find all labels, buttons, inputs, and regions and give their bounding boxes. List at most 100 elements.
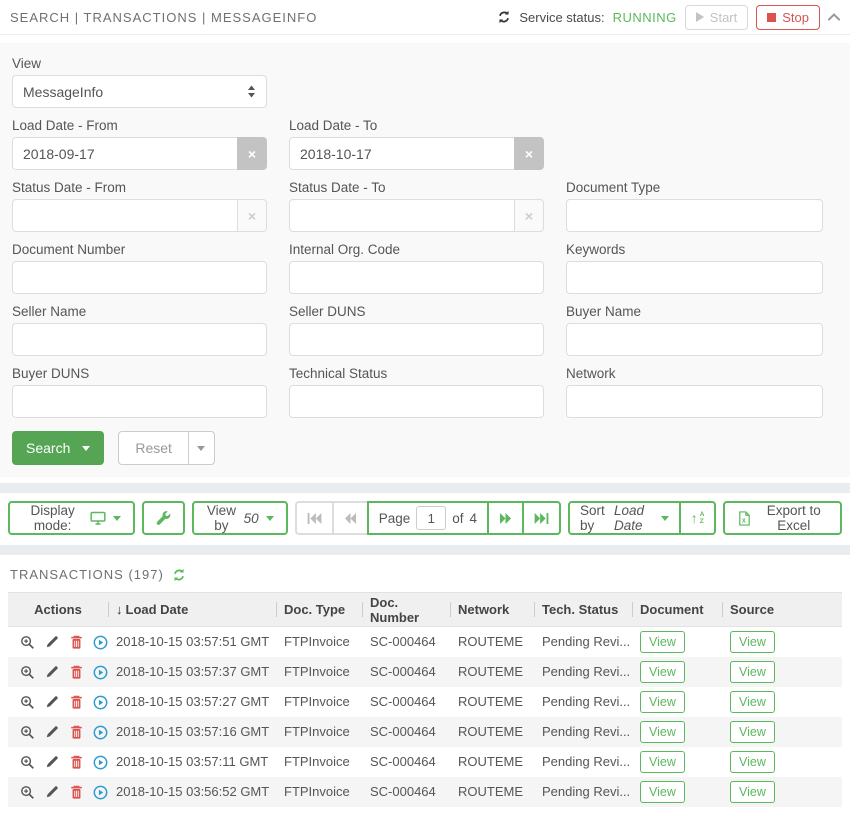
column-header-doc-type[interactable]: Doc. Type	[276, 593, 362, 627]
next-page-button[interactable]	[487, 501, 524, 535]
technical-status-field: Technical Status	[289, 365, 544, 418]
column-header-network[interactable]: Network	[450, 593, 534, 627]
sort-desc-icon: ↓	[116, 602, 123, 617]
document-view-button[interactable]: View	[640, 751, 685, 773]
load-date-to-input[interactable]	[289, 137, 514, 170]
delete-icon[interactable]	[70, 635, 83, 649]
delete-icon[interactable]	[70, 695, 83, 709]
document-type-field: Document Type	[566, 179, 823, 232]
edit-icon[interactable]	[45, 635, 59, 649]
settings-button[interactable]	[142, 501, 185, 535]
zoom-in-icon[interactable]	[20, 665, 35, 680]
source-view-button[interactable]: View	[730, 661, 775, 683]
seller-duns-field: Seller DUNS	[289, 303, 544, 356]
view-select[interactable]: MessageInfo	[12, 75, 267, 108]
keywords-input[interactable]	[566, 261, 823, 294]
cell-network: ROUTEME	[450, 747, 534, 777]
sort-by-label: Sort by	[580, 503, 608, 533]
delete-icon[interactable]	[70, 755, 83, 769]
clear-icon[interactable]: ×	[514, 137, 544, 170]
internal-org-code-field: Internal Org. Code	[289, 241, 544, 294]
zoom-in-icon[interactable]	[20, 635, 35, 650]
column-header-doc-number[interactable]: Doc. Number	[362, 593, 450, 627]
column-header-document[interactable]: Document	[632, 593, 722, 627]
delete-icon[interactable]	[70, 725, 83, 739]
network-input[interactable]	[566, 385, 823, 418]
play-icon[interactable]	[93, 755, 108, 770]
seller-name-input[interactable]	[12, 323, 267, 356]
document-view-button[interactable]: View	[640, 781, 685, 803]
source-view-button[interactable]: View	[730, 781, 775, 803]
document-number-input[interactable]	[12, 261, 267, 294]
play-icon[interactable]	[93, 665, 108, 680]
view-by-button[interactable]: View by 50	[192, 501, 288, 535]
results-toolbar: Display mode: View by 50	[0, 501, 850, 535]
export-to-excel-button[interactable]: x Export to Excel	[723, 501, 842, 535]
edit-icon[interactable]	[45, 725, 59, 739]
edit-icon[interactable]	[45, 665, 59, 679]
display-mode-button[interactable]: Display mode:	[8, 501, 135, 535]
seller-duns-input[interactable]	[289, 323, 544, 356]
next-page-icon	[499, 513, 512, 524]
delete-icon[interactable]	[70, 665, 83, 679]
page-input[interactable]	[416, 506, 446, 530]
caret-down-icon	[266, 516, 274, 521]
chevron-up-icon[interactable]	[828, 13, 840, 21]
cell-network: ROUTEME	[450, 717, 534, 747]
reset-button[interactable]: Reset	[119, 432, 188, 464]
play-icon[interactable]	[93, 635, 108, 650]
view-label: View	[12, 55, 267, 72]
status-date-to-input[interactable]	[289, 199, 514, 232]
search-button[interactable]: Search	[12, 431, 104, 465]
sort-by-button[interactable]: Sort by Load Date	[568, 501, 681, 535]
refresh-icon[interactable]	[497, 10, 511, 24]
edit-icon[interactable]	[45, 695, 59, 709]
document-type-label: Document Type	[566, 179, 823, 196]
wrench-icon	[156, 511, 171, 526]
edit-icon[interactable]	[45, 785, 59, 799]
clear-icon[interactable]: ×	[237, 137, 267, 170]
cell-doc-type: FTPInvoice	[276, 747, 362, 777]
cell-doc-type: FTPInvoice	[276, 777, 362, 807]
buyer-duns-input[interactable]	[12, 385, 267, 418]
document-type-input[interactable]	[566, 199, 823, 232]
cell-network: ROUTEME	[450, 687, 534, 717]
document-view-button[interactable]: View	[640, 691, 685, 713]
svg-text:x: x	[742, 517, 746, 524]
source-view-button[interactable]: View	[730, 751, 775, 773]
cell-tech-status: Pending Revi...	[534, 777, 632, 807]
document-view-button[interactable]: View	[640, 631, 685, 653]
start-button-label: Start	[710, 10, 737, 25]
column-header-source[interactable]: Source	[722, 593, 842, 627]
play-icon[interactable]	[93, 785, 108, 800]
source-view-button[interactable]: View	[730, 721, 775, 743]
zoom-in-icon[interactable]	[20, 695, 35, 710]
last-page-button[interactable]	[522, 501, 561, 535]
top-bar: SEARCH | TRANSACTIONS | MESSAGEINFO Serv…	[0, 0, 850, 35]
internal-org-code-input[interactable]	[289, 261, 544, 294]
status-date-from-input[interactable]	[12, 199, 237, 232]
source-view-button[interactable]: View	[730, 691, 775, 713]
network-field: Network	[566, 365, 823, 418]
edit-icon[interactable]	[45, 755, 59, 769]
document-number-field: Document Number	[12, 241, 267, 294]
zoom-in-icon[interactable]	[20, 725, 35, 740]
technical-status-input[interactable]	[289, 385, 544, 418]
reset-dropdown-button[interactable]	[188, 432, 214, 464]
sort-direction-button[interactable]: ↑ AZ	[679, 501, 717, 535]
play-icon[interactable]	[93, 725, 108, 740]
buyer-name-input[interactable]	[566, 323, 823, 356]
zoom-in-icon[interactable]	[20, 785, 35, 800]
load-date-from-input[interactable]	[12, 137, 237, 170]
source-view-button[interactable]: View	[730, 631, 775, 653]
delete-icon[interactable]	[70, 785, 83, 799]
page-label: Page	[379, 511, 411, 526]
refresh-results-icon[interactable]	[172, 568, 186, 582]
document-view-button[interactable]: View	[640, 721, 685, 743]
column-header-tech-status[interactable]: Tech. Status	[534, 593, 632, 627]
column-header-load-date[interactable]: ↓Load Date	[108, 593, 276, 627]
document-view-button[interactable]: View	[640, 661, 685, 683]
zoom-in-icon[interactable]	[20, 755, 35, 770]
play-icon[interactable]	[93, 695, 108, 710]
stop-button[interactable]: Stop	[756, 5, 820, 30]
